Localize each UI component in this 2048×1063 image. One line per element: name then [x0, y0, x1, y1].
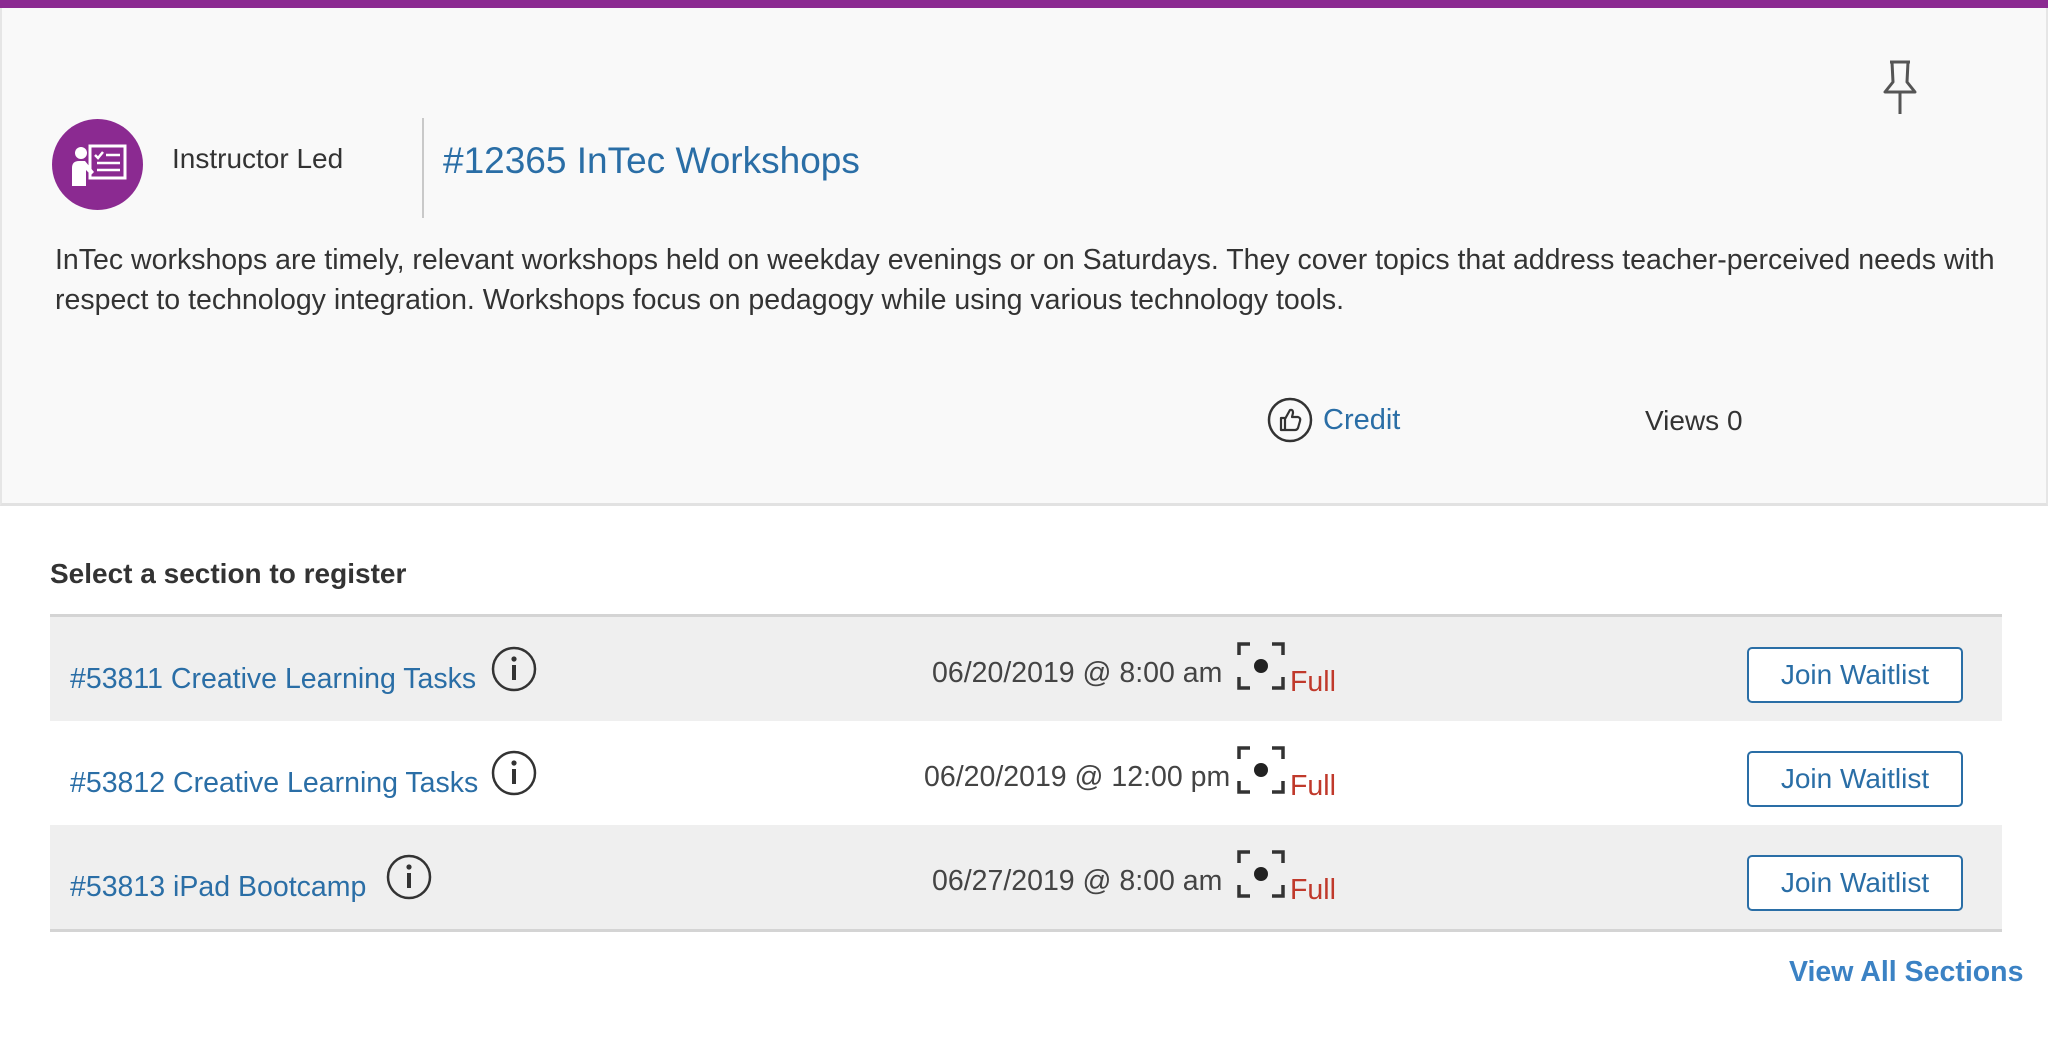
status-text: Full: [1290, 666, 1336, 698]
section-title-link[interactable]: #53811 Creative Learning Tasks: [70, 663, 476, 696]
header-divider: [422, 118, 424, 218]
info-icon[interactable]: [490, 749, 538, 797]
section-row: #53813 iPad Bootcamp 06/27/2019 @ 8:00 a…: [50, 825, 2002, 929]
credit-label: Credit: [1323, 403, 1401, 436]
join-waitlist-button[interactable]: Join Waitlist: [1747, 751, 1963, 807]
section-row: #53812 Creative Learning Tasks 06/20/201…: [50, 721, 2002, 825]
section-title-link[interactable]: #53812 Creative Learning Tasks: [70, 767, 478, 800]
capacity-focus-icon: [1237, 746, 1285, 794]
course-title-link[interactable]: #12365 InTec Workshops: [443, 140, 860, 182]
thumbs-up-icon: [1267, 397, 1313, 443]
status-text: Full: [1290, 874, 1336, 906]
join-waitlist-button[interactable]: Join Waitlist: [1747, 855, 1963, 911]
instructor-presentation-icon: [71, 144, 126, 186]
course-description: InTec workshops are timely, relevant wor…: [55, 244, 1995, 316]
course-type-label: Instructor Led: [172, 143, 344, 174]
section-title-link[interactable]: #53813 iPad Bootcamp: [70, 871, 366, 904]
section-row: #53811 Creative Learning Tasks 06/20/201…: [50, 617, 2002, 721]
capacity-focus-icon: [1237, 850, 1285, 898]
views-count: Views 0: [1645, 405, 1743, 436]
sections-heading: Select a section to register: [50, 558, 407, 589]
accent-bar: [0, 0, 2048, 8]
status-full: Full: [1236, 745, 1336, 802]
credit-link[interactable]: Credit: [1267, 397, 1400, 443]
info-icon[interactable]: [385, 853, 433, 901]
status-text: Full: [1290, 770, 1336, 802]
capacity-focus-icon: [1237, 642, 1285, 690]
info-icon[interactable]: [490, 645, 538, 693]
join-waitlist-button[interactable]: Join Waitlist: [1747, 647, 1963, 703]
status-full: Full: [1236, 849, 1336, 906]
course-page: Instructor Led #12365 InTec Workshops In…: [0, 0, 2048, 1063]
sections-table: #53811 Creative Learning Tasks 06/20/201…: [50, 614, 2002, 932]
status-full: Full: [1236, 641, 1336, 698]
course-card: Instructor Led #12365 InTec Workshops In…: [0, 8, 2048, 506]
view-all-sections-link[interactable]: View All Sections: [1789, 956, 2023, 989]
pin-icon[interactable]: [1878, 56, 1922, 116]
instructor-led-badge: [52, 119, 143, 210]
